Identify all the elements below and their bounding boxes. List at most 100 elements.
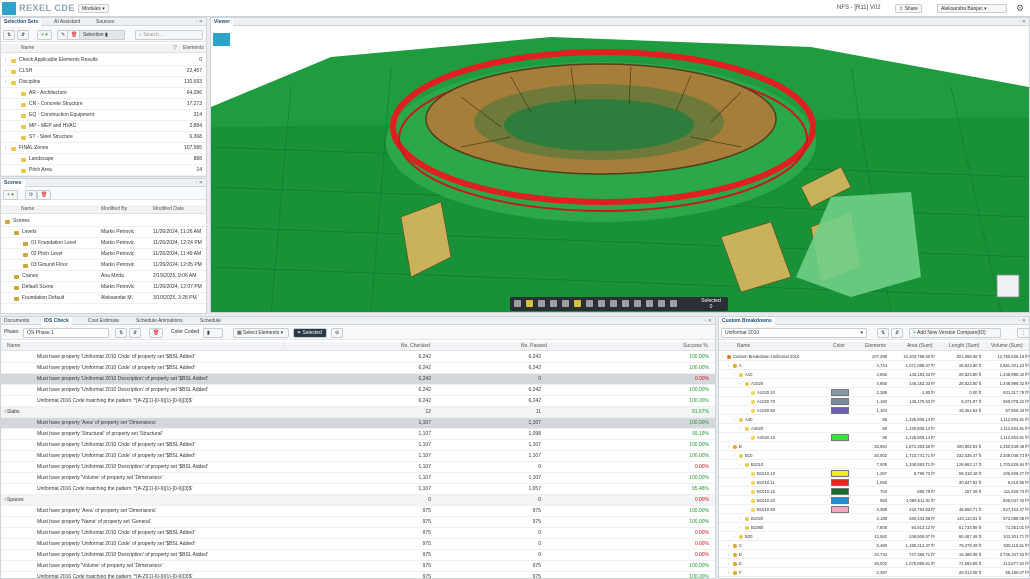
panel-controls-icon[interactable]: ▫ ✕ xyxy=(1019,18,1026,26)
share-button[interactable]: ⇪ Share xyxy=(895,4,922,13)
tree-row[interactable]: › B20 13,582 248,808.67 ft² 68,467.48 ft 102,… xyxy=(719,532,1029,541)
select-tool-icon[interactable] xyxy=(526,300,533,307)
tree-row[interactable]: › Custom Breakdown Uniformat 2010 107,288 1… xyxy=(719,352,1029,361)
tab-schedule[interactable]: Schedule xyxy=(197,317,224,325)
refresh-icon[interactable]: ⟳ xyxy=(25,190,38,200)
list-item[interactable]: › Discipline 110,653 xyxy=(1,77,206,88)
tree-row[interactable]: › B10 20,002 1,723,741.71 ft² 332,435.47 ft 2… xyxy=(719,451,1029,460)
list-item[interactable]: Pitch Area 14 xyxy=(1,165,206,176)
orbit-icon[interactable] xyxy=(514,300,521,307)
list-item[interactable]: › FINAL Zones 107,585 xyxy=(1,143,206,154)
zoom-icon[interactable] xyxy=(550,300,557,307)
color-swatch[interactable] xyxy=(831,479,849,486)
expand-chevron-icon[interactable]: › xyxy=(728,568,729,577)
tree-row[interactable]: › A 4,744 1,071,088.47 ft² 28,823.80 ft 2,681… xyxy=(719,361,1029,370)
tab-selection-sets[interactable]: Selection Sets xyxy=(1,18,42,26)
color-swatch[interactable] xyxy=(831,407,849,414)
pan-icon[interactable] xyxy=(538,300,545,307)
expand-chevron-icon[interactable]: › xyxy=(740,460,741,469)
explode-icon[interactable] xyxy=(622,300,629,307)
list-item[interactable]: › Check Applicable Elements Results 0 xyxy=(1,55,206,66)
table-row[interactable]: Must have property 'Uniformat 2010 Code'… xyxy=(1,440,715,451)
table-row[interactable]: ˅ Spaces 0 0 0.00% xyxy=(1,495,715,506)
tree-row[interactable]: › C 5,486 1,180,212.47 ft² 76,278.29 ft 539,1… xyxy=(719,541,1029,550)
tree-row[interactable]: B1010.11 1,058 30,547.92 ft 8,019.95 ft³ xyxy=(719,478,1029,487)
list-item[interactable]: Levels Marko Petrovic 11/26/2024, 11:26 AM xyxy=(1,227,206,238)
expand-chevron-icon[interactable]: › xyxy=(5,55,7,66)
fullscreen-icon[interactable] xyxy=(658,300,665,307)
isolate-icon[interactable] xyxy=(598,300,605,307)
sort-desc-icon[interactable]: ⇵ xyxy=(891,328,904,338)
gear-icon[interactable]: ⚙ xyxy=(1016,3,1024,14)
table-row[interactable]: Uniformat 2010 Code matching the pattern… xyxy=(1,484,715,495)
tree-row[interactable]: › A4020 88 1,225,808.14 ft² 1,112,604.81 ft³ xyxy=(719,424,1029,433)
expand-chevron-icon[interactable]: › xyxy=(728,541,729,550)
tab-ai-assistant[interactable]: AI Assistant xyxy=(51,18,83,26)
sort-icon[interactable]: ⇅ xyxy=(3,30,16,40)
selection-mode-toggle[interactable]: Selection ▮ xyxy=(79,30,125,40)
tab-documents[interactable]: Documents xyxy=(1,317,32,325)
list-item[interactable]: Default Scene Marko Petrovic 11/26/2024, 1… xyxy=(1,282,206,293)
tree-row[interactable]: B1010.20 583 1,099,511.91 ft² 845,047.42 ft… xyxy=(719,496,1029,505)
color-swatch[interactable] xyxy=(831,389,849,396)
phase-input[interactable]: OS Phase 1 xyxy=(23,328,109,338)
expand-chevron-icon[interactable]: › xyxy=(740,379,741,388)
panel-controls-icon[interactable]: ▫ ✕ xyxy=(705,317,712,325)
expand-chevron-icon[interactable]: › xyxy=(728,442,729,451)
tab-cost-estimate[interactable]: Cost Estimate xyxy=(85,317,122,325)
tree-row[interactable]: › A40 88 1,225,808.14 ft² 1,112,604.81 ft³ xyxy=(719,415,1029,424)
tab-schedule-animations[interactable]: Schedule Animations xyxy=(133,317,186,325)
expand-chevron-icon[interactable]: › xyxy=(722,352,723,361)
delete-icon[interactable]: 🗑 xyxy=(37,190,52,200)
list-item[interactable]: Scenes xyxy=(1,216,206,227)
table-row[interactable]: Must have property 'Uniformat 2010 Code'… xyxy=(1,451,715,462)
table-row[interactable]: Must have property 'Uniformat 2010 Code'… xyxy=(1,539,715,550)
color-swatch[interactable] xyxy=(831,470,849,477)
measure-icon[interactable] xyxy=(562,300,569,307)
viewer-panel[interactable]: Viewer ▫ ✕ xyxy=(210,17,1030,313)
list-item[interactable]: CN - Concrete Structure 17,273 xyxy=(1,99,206,110)
expand-chevron-icon[interactable]: › xyxy=(734,370,735,379)
tree-row[interactable]: A4020.10 88 1,225,808.14 ft² 1,112,604.81 f… xyxy=(719,433,1029,442)
expand-chevron-icon[interactable]: › xyxy=(734,451,735,460)
tab-ids-check[interactable]: IDS Check xyxy=(41,317,72,325)
table-row[interactable]: Must have property 'Volume' of property … xyxy=(1,473,715,484)
color-swatch[interactable] xyxy=(831,434,849,441)
more-options-icon[interactable]: ⋮ xyxy=(1017,328,1029,338)
stadium-model-render[interactable] xyxy=(211,27,1029,313)
expand-chevron-icon[interactable]: › xyxy=(5,66,7,77)
expand-chevron-icon[interactable]: › xyxy=(734,415,735,424)
table-row[interactable]: Must have property 'Uniformat 2010 Descr… xyxy=(1,550,715,561)
table-row[interactable]: Uniformat 2010 Code matching the pattern… xyxy=(1,396,715,407)
tab-custom-breakdowns[interactable]: Custom Breakdowns xyxy=(719,317,775,325)
tree-row[interactable]: › A1020 4,656 145,183.33 ft² 28,823.80 ft 1,4… xyxy=(719,379,1029,388)
table-row[interactable]: Must have property 'Name' of property se… xyxy=(1,517,715,528)
panel-controls-icon[interactable]: ▫ ✕ xyxy=(196,179,203,187)
view-cube-icon[interactable] xyxy=(996,274,1020,298)
tree-row[interactable]: › A10 4,656 145,183.33 ft² 28,823.80 ft 1,448… xyxy=(719,370,1029,379)
table-row[interactable]: Must have property 'Uniformat 2010 Descr… xyxy=(1,374,715,385)
tab-scenes[interactable]: Scenes xyxy=(1,179,25,187)
table-row[interactable]: Must have property 'Structural' of prope… xyxy=(1,429,715,440)
modules-button[interactable]: Modules ▾ xyxy=(78,4,109,13)
list-item[interactable]: EQ - Construction Equipment 314 xyxy=(1,110,206,121)
hide-icon[interactable] xyxy=(586,300,593,307)
list-item[interactable]: › CLSH 22,457 xyxy=(1,66,206,77)
color-swatch[interactable] xyxy=(831,398,849,405)
table-row[interactable]: Must have property 'Uniformat 2010 Descr… xyxy=(1,462,715,473)
tree-row[interactable]: › B1080 7,605 94,813.12 ft² 51,734.88 ft 71,3… xyxy=(719,523,1029,532)
table-row[interactable]: Uniformat 2010 Code matching the pattern… xyxy=(1,572,715,578)
add-scene-button[interactable]: + ▾ xyxy=(3,190,18,200)
table-row[interactable]: Must have property 'Area' of property se… xyxy=(1,418,715,429)
list-item[interactable]: AR - Architecture 64,096 xyxy=(1,88,206,99)
expand-chevron-icon[interactable]: › xyxy=(728,559,729,568)
list-item[interactable]: 01 Foundation Level Marko Petrovic 11/26/2… xyxy=(1,238,206,249)
tree-row[interactable]: B1010.10 1,267 5,799.72 ft² 59,318.18 ft 206… xyxy=(719,469,1029,478)
tree-row[interactable]: A1020.80 1,104 18,451.83 ft 67,600.44 ft³ xyxy=(719,406,1029,415)
clear-filter-icon[interactable]: ⊘ xyxy=(331,328,344,338)
settings-icon[interactable] xyxy=(646,300,653,307)
table-row[interactable]: ˅ Slabs 12 11 91.67% xyxy=(1,407,715,418)
list-item[interactable]: ST - Steel Structure 6,368 xyxy=(1,132,206,143)
list-item[interactable]: MP - MEP and HVAC 2,884 xyxy=(1,121,206,132)
color-swatch[interactable] xyxy=(831,488,849,495)
